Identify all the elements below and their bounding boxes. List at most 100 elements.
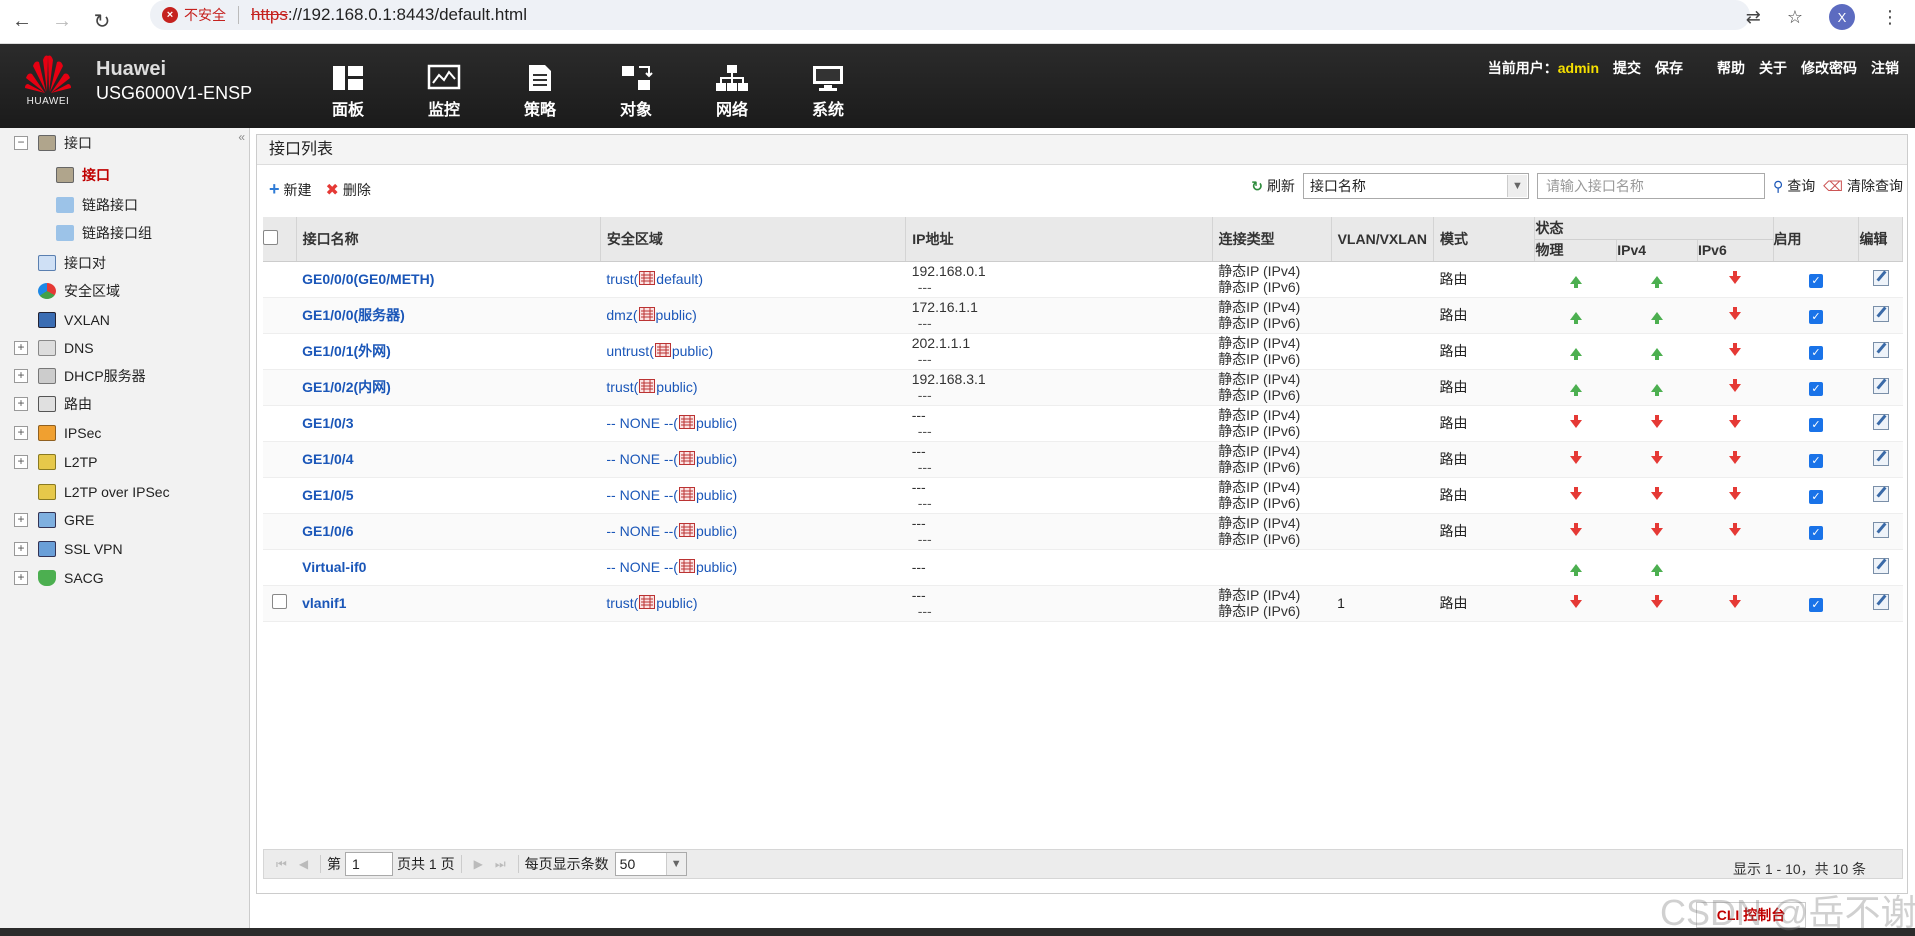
expand-icon[interactable]: + [14,369,28,383]
zone-link[interactable]: -- NONE --(public) [606,523,737,539]
interface-name-link[interactable]: GE0/0/0(GE0/METH) [302,271,434,287]
zone-link[interactable]: -- NONE --(public) [606,559,737,575]
col-vlan[interactable]: VLAN/VXLAN [1331,217,1435,262]
nav-policy[interactable]: 策略 [492,62,588,120]
enable-checkbox[interactable]: ✓ [1808,417,1823,432]
edit-icon[interactable] [1872,341,1889,358]
collapse-icon[interactable]: − [14,136,28,150]
edit-icon[interactable] [1872,305,1889,322]
sidebar-item-interface[interactable]: 接口 [32,164,110,186]
enable-checkbox[interactable]: ✓ [1808,525,1823,540]
filter-field-select[interactable]: 接口名称 ▼ [1302,173,1529,199]
translate-icon[interactable]: ⇄ [1746,7,1761,28]
col-conn[interactable]: 连接类型 [1212,217,1332,262]
sidebar-item-dhcp-server[interactable]: + DHCP服务器 [0,365,146,387]
clear-query-button[interactable]: ⌫ 清除查询 [1823,176,1903,196]
interface-name-link[interactable]: GE1/0/5 [302,487,353,503]
refresh-button[interactable]: ↻ 刷新 [1251,176,1295,196]
expand-icon[interactable]: + [14,397,28,411]
table-row[interactable]: vlanif1 trust(public) --- --- 静态IP (IPv4) 静态I… [263,585,1903,622]
expand-icon[interactable]: + [14,571,28,585]
edit-icon[interactable] [1872,521,1889,538]
table-row[interactable]: Virtual-if0 -- NONE --(public) --- [263,549,1903,586]
help-link[interactable]: 帮助 [1717,58,1745,78]
forward-icon[interactable]: → [44,4,80,40]
nav-object[interactable]: 对象 [588,62,684,120]
zone-link[interactable]: trust(public) [606,379,698,395]
bookmark-star-icon[interactable]: ☆ [1787,7,1803,28]
zone-link[interactable]: trust(default) [606,271,703,287]
sidebar-item-l2tp-over-ipsec[interactable]: L2TP over IPSec [0,481,170,503]
col-zone[interactable]: 安全区域 [600,217,907,262]
prev-page-icon[interactable]: ◀ [299,857,308,871]
interface-name-link[interactable]: GE1/0/2(内网) [302,379,391,395]
expand-icon[interactable]: + [14,513,28,527]
sidebar-item-ssl-vpn[interactable]: + SSL VPN [0,538,123,560]
expand-icon[interactable]: + [14,341,28,355]
enable-checkbox[interactable]: ✓ [1808,453,1823,468]
back-icon[interactable]: ← [4,4,40,40]
new-button[interactable]: + 新建 [269,179,312,200]
enable-checkbox[interactable]: ✓ [1808,381,1823,396]
interface-name-link[interactable]: vlanif1 [302,595,346,611]
table-row[interactable]: GE1/0/5 -- NONE --(public) --- --- 静态IP (IPv… [263,477,1903,514]
sidebar-item-vxlan[interactable]: VXLAN [0,309,110,331]
search-input[interactable]: 请输入接口名称 [1536,173,1765,199]
enable-checkbox[interactable]: ✓ [1808,273,1823,288]
sidebar-item-link-interface-group[interactable]: 链路接口组 [32,222,152,244]
nav-monitor[interactable]: 监控 [396,62,492,120]
query-button[interactable]: ⚲ 查询 [1773,176,1815,196]
nav-dashboard[interactable]: 面板 [300,62,396,120]
edit-icon[interactable] [1872,413,1889,430]
reload-icon[interactable]: ↻ [84,4,120,40]
sidebar-item-routing[interactable]: + 路由 [0,393,92,415]
interface-name-link[interactable]: GE1/0/3 [302,415,353,431]
table-row[interactable]: GE1/0/4 -- NONE --(public) --- --- 静态IP (IPv… [263,441,1903,478]
kebab-menu-icon[interactable]: ⋮ [1881,7,1899,28]
sidebar-item-interface-group[interactable]: − 接口 [0,132,92,154]
edit-icon[interactable] [1872,269,1889,286]
zone-link[interactable]: -- NONE --(public) [606,451,737,467]
collapse-sidebar-icon[interactable]: « [238,130,245,144]
security-indicator[interactable]: × 不安全 [162,5,226,25]
edit-icon[interactable] [1872,557,1889,574]
interface-name-link[interactable]: Virtual-if0 [302,559,366,575]
last-page-icon[interactable]: ⏭ [495,857,506,872]
enable-checkbox[interactable]: ✓ [1808,345,1823,360]
col-mode[interactable]: 模式 [1433,217,1536,262]
enable-checkbox[interactable]: ✓ [1808,597,1823,612]
change-password-link[interactable]: 修改密码 [1801,58,1857,78]
table-row[interactable]: GE1/0/3 -- NONE --(public) --- --- 静态IP (IPv… [263,405,1903,442]
table-row[interactable]: GE1/0/6 -- NONE --(public) --- --- 静态IP (IPv… [263,513,1903,550]
next-page-icon[interactable]: ▶ [474,857,483,871]
enable-checkbox[interactable]: ✓ [1808,309,1823,324]
submit-link[interactable]: 提交 [1613,58,1641,78]
select-all-checkbox[interactable] [263,229,278,245]
enable-checkbox[interactable]: ✓ [1808,489,1823,504]
save-link[interactable]: 保存 [1655,58,1683,78]
col-ip[interactable]: IP地址 [905,217,1213,262]
interface-name-link[interactable]: GE1/0/4 [302,451,353,467]
logout-link[interactable]: 注销 [1871,58,1899,78]
delete-button[interactable]: ✖ 删除 [326,179,371,200]
address-bar[interactable]: × 不安全 https://192.168.0.1:8443/default.h… [150,0,1750,30]
table-row[interactable]: GE0/0/0(GE0/METH) trust(default) 192.168.0… [263,261,1903,298]
edit-icon[interactable] [1872,593,1889,610]
zone-link[interactable]: -- NONE --(public) [606,487,737,503]
zone-link[interactable]: untrust(public) [606,343,713,359]
zone-link[interactable]: trust(public) [606,595,698,611]
interface-name-link[interactable]: GE1/0/6 [302,523,353,539]
nav-network[interactable]: 网络 [684,62,780,120]
sidebar-item-link-interface[interactable]: 链路接口 [32,194,138,216]
nav-system[interactable]: 系统 [780,62,876,120]
first-page-icon[interactable]: ⏮ [276,857,287,872]
table-row[interactable]: GE1/0/0(服务器) dmz(public) 172.16.1.1 --- 静态IP… [263,297,1903,334]
zone-link[interactable]: dmz(public) [606,307,697,323]
edit-icon[interactable] [1872,485,1889,502]
sidebar-item-security-zone[interactable]: 安全区域 [0,280,120,302]
sidebar-item-sacg[interactable]: + SACG [0,567,104,589]
sidebar-item-ipsec[interactable]: + IPSec [0,422,101,444]
edit-icon[interactable] [1872,449,1889,466]
interface-name-link[interactable]: GE1/0/0(服务器) [302,307,405,323]
expand-icon[interactable]: + [14,542,28,556]
